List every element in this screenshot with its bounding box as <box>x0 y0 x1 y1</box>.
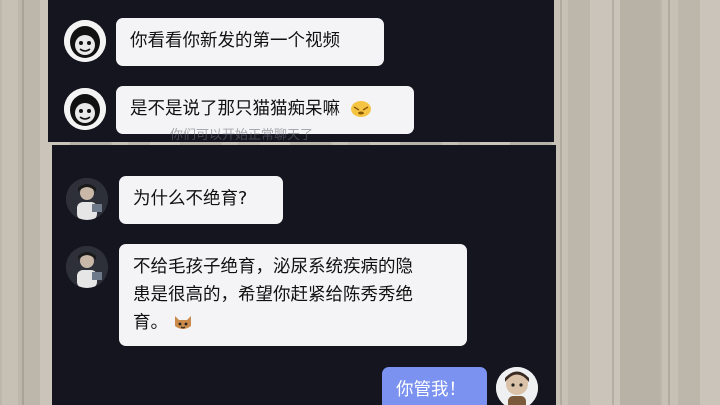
meme-face-icon <box>64 20 106 62</box>
person-photo-icon <box>66 246 108 288</box>
user-avatar[interactable] <box>66 178 108 220</box>
chat-panel-bottom: 为什么不绝育? 不给毛孩子绝育，泌尿系统疾病的隐 患是很高的，希望你赶紧给陈秀秀… <box>52 145 556 405</box>
person-photo-icon <box>66 178 108 220</box>
message-text: 你管我！ <box>396 380 466 400</box>
meme-face-icon <box>64 88 106 130</box>
system-hint-text: 你们可以开始正常聊天了 <box>170 128 314 143</box>
message-bubble[interactable]: 你看看你新发的第一个视频 <box>116 18 384 66</box>
message-line-last: 育。 <box>133 309 453 337</box>
doll-avatar-icon <box>496 367 538 405</box>
self-avatar[interactable] <box>496 367 538 405</box>
chat-panel-top: 你看看你新发的第一个视频 是不是说了那只猫猫痴呆嘛 <box>48 0 554 142</box>
self-message-bubble[interactable]: 你管我！ <box>382 367 487 405</box>
meme-avatar[interactable] <box>64 20 106 62</box>
message-bubble[interactable]: 不给毛孩子绝育，泌尿系统疾病的隐 患是很高的，希望你赶紧给陈秀秀绝 育。 <box>119 244 467 346</box>
message-text: 你看看你新发的第一个视频 <box>130 31 340 51</box>
message-text: 是不是说了那只猫猫痴呆嘛 <box>130 99 340 119</box>
cat-emoji-icon <box>175 316 191 329</box>
message-bubble[interactable]: 为什么不绝育? <box>119 176 283 224</box>
message-line: 育。 <box>133 313 168 333</box>
message-line: 患是很高的，希望你赶紧给陈秀秀绝 <box>133 285 413 305</box>
message-line: 不给毛孩子绝育，泌尿系统疾病的隐 <box>133 257 413 277</box>
user-avatar[interactable] <box>66 246 108 288</box>
message-text: 为什么不绝育? <box>133 189 248 209</box>
meme-avatar[interactable] <box>64 88 106 130</box>
face-emoji-icon <box>350 101 371 117</box>
